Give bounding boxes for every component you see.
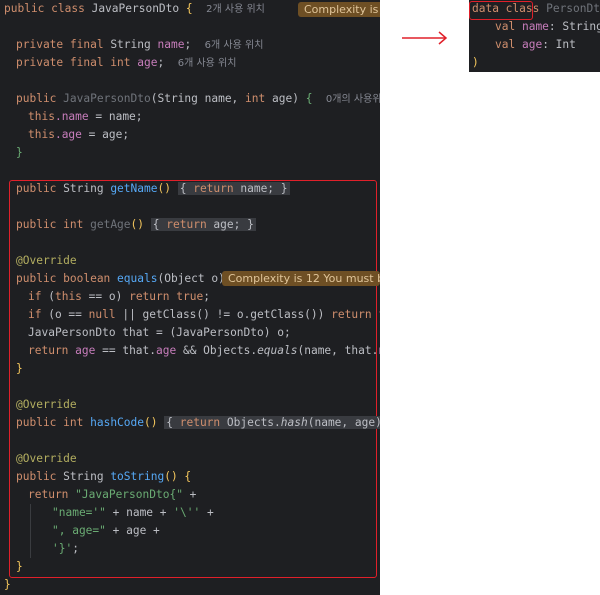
tostring-line: public String toString() { <box>16 470 192 483</box>
usage-hint[interactable]: 0개의 사용위치 <box>326 94 380 105</box>
tostring-return-line: return "JavaPersonDto{" + <box>28 488 197 501</box>
class-declaration-line: public class JavaPersonDto { 2개 사용 위치 <box>4 2 265 15</box>
usage-hint[interactable]: 2개 사용 위치 <box>206 4 265 15</box>
indent-guide <box>30 504 31 558</box>
complexity-badge[interactable]: Complexity is 1 <box>298 2 380 17</box>
equals-if-this-line: if (this == o) return true; <box>28 290 210 303</box>
equals-if-null-line: if (o == null || getClass() != o.getClas… <box>28 308 380 321</box>
field-name-line: private final String name; 6개 사용 위치 <box>16 38 264 51</box>
folded-block[interactable]: { return Objects.hash(name, age); } <box>164 416 380 429</box>
keyword: data class <box>472 2 540 15</box>
assign-age-line: this.age = age; <box>28 128 130 141</box>
hashcode-line: public int hashCode() { return Objects.h… <box>16 414 380 432</box>
assign-name-line: this.name = name; <box>28 110 143 123</box>
tostring-name-line: "name='" + name + '\'' + <box>52 506 214 519</box>
usage-hint[interactable]: 6개 사용 위치 <box>178 58 237 69</box>
arrow-right-icon <box>402 31 448 45</box>
keyword: public class <box>4 2 85 15</box>
equals-line: public boolean equals(Object o) { <box>16 272 238 285</box>
field-age-line: private final int age; 6개 사용 위치 <box>16 56 237 69</box>
override-annotation: @Override <box>16 452 77 465</box>
tostring-close: } <box>16 560 23 573</box>
class-close: } <box>4 578 11 591</box>
kotlin-name-prop: val name: String, <box>495 20 600 33</box>
override-annotation: @Override <box>16 398 77 411</box>
usage-hint[interactable]: 6개 사용 위치 <box>205 40 264 51</box>
equals-close: } <box>16 362 23 375</box>
class-name: JavaPersonDto <box>91 2 180 15</box>
constructor-close: } <box>16 146 23 159</box>
complexity-badge[interactable]: Complexity is 12 You must be <box>222 271 380 286</box>
equals-cast-line: JavaPersonDto that = (JavaPersonDto) o; <box>28 326 291 339</box>
getname-line: public String getName() { return name; } <box>16 182 290 195</box>
kotlin-close-paren: ) <box>472 56 479 69</box>
constructor-line: public JavaPersonDto(String name, int ag… <box>16 90 380 108</box>
folded-block[interactable]: { return age; } <box>150 218 256 231</box>
data-class-line: data class PersonDto( <box>472 2 600 15</box>
equals-return-line: return age == that.age && Objects.equals… <box>28 344 380 357</box>
tostring-age-line: ", age=" + age + <box>52 524 160 537</box>
kotlin-age-prop: val age: Int <box>495 38 576 51</box>
kotlin-editor: data class PersonDto( val name: String, … <box>469 0 600 72</box>
folded-block[interactable]: { return name; } <box>177 182 290 195</box>
getage-line: public int getAge() { return age; } <box>16 218 256 231</box>
tostring-end-line: '}'; <box>52 542 79 555</box>
java-editor: public class JavaPersonDto { 2개 사용 위치 Co… <box>0 0 380 595</box>
override-annotation: @Override <box>16 254 77 267</box>
